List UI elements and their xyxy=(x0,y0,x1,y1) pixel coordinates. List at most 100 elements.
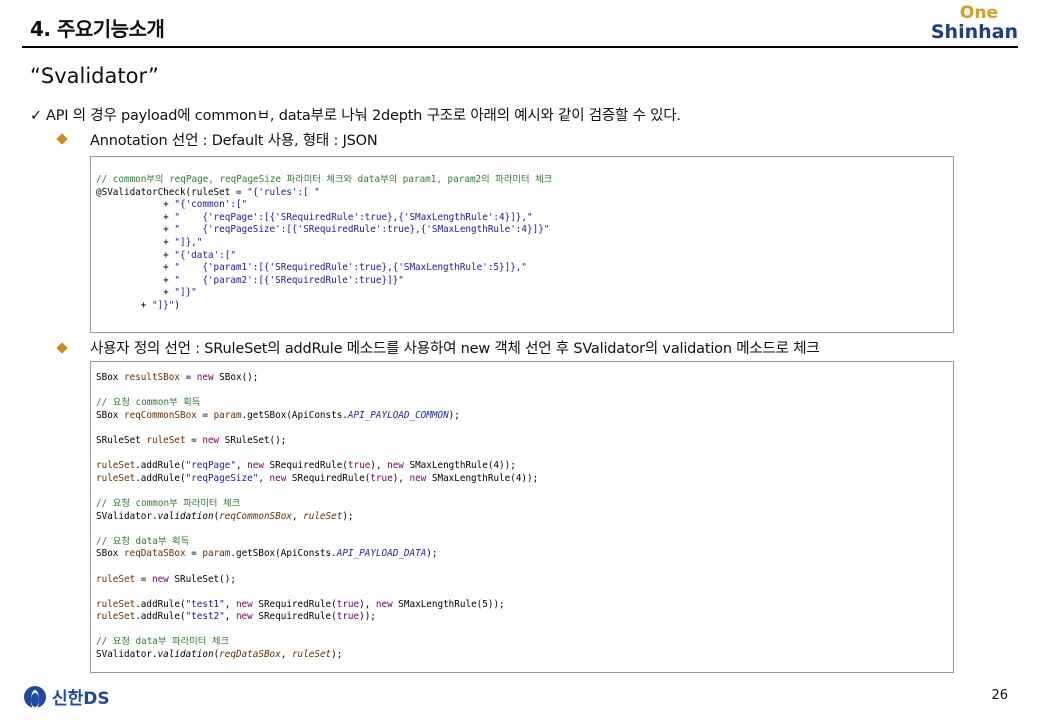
code-keyword: new xyxy=(247,460,264,472)
code-string: " {'param1':[{'SRequiredRule':true},{'SM… xyxy=(174,262,527,274)
code-token: SRuleSet(); xyxy=(219,434,287,446)
footer-logo-text: 신한DS xyxy=(52,689,110,709)
checkmark-icon: ✓ xyxy=(30,108,42,124)
code-token: SMaxLengthRule(4)); xyxy=(403,460,516,472)
code-string: "test2" xyxy=(185,611,225,623)
shinhan-ds-logo: 신한DS xyxy=(24,684,110,710)
code-variable: ruleSet xyxy=(96,460,136,472)
code-token: + xyxy=(96,262,175,274)
code-comment: // common부의 reqPage, reqPageSize 파라미터 체크… xyxy=(96,174,553,185)
code-keyword: new xyxy=(269,472,287,484)
code-token: + xyxy=(96,224,175,236)
code-keyword: new xyxy=(387,460,404,472)
section-title: “Svalidator” xyxy=(30,64,159,88)
code-token: @SValidatorCheck(ruleSet = xyxy=(96,186,248,198)
code-token: + xyxy=(96,199,175,211)
code-variable: reqCommonSBox xyxy=(219,510,292,522)
code-token: SBox xyxy=(96,409,124,421)
code-token: = xyxy=(135,573,152,585)
code-token: )); xyxy=(359,611,376,623)
code-variable: ruleSet xyxy=(303,510,343,522)
code-token: SBox xyxy=(96,548,124,560)
code-keyword: new xyxy=(151,573,169,585)
diamond-bullet-icon xyxy=(56,342,68,354)
code-variable: param xyxy=(213,409,242,421)
code-variable: param xyxy=(202,548,231,560)
code-token: = xyxy=(196,409,214,421)
code-comment: // 요청 common부 파라미터 체크 xyxy=(96,497,241,509)
code-token: ), xyxy=(392,472,410,484)
code-block-custom-rule: SBox resultSBox = new SBox(); // 요청 comm… xyxy=(90,361,954,673)
code-variable: ruleSet xyxy=(96,472,136,484)
code-token: .addRule( xyxy=(135,598,186,610)
logo-one-text: One xyxy=(959,3,998,23)
code-token: , xyxy=(291,510,304,522)
code-token: + xyxy=(96,236,175,248)
page-number: 26 xyxy=(991,688,1008,703)
code-variable: resultSBox xyxy=(124,372,180,383)
code-string: "{'common':[" xyxy=(174,199,248,211)
code-variable: ruleSet xyxy=(96,611,136,623)
code-keyword: new xyxy=(409,472,427,484)
code-token: .getSBox(ApiConsts. xyxy=(241,409,348,421)
code-token: SBox xyxy=(96,372,124,383)
code-token: SValidator. xyxy=(96,510,158,522)
code-token: .addRule( xyxy=(135,472,186,484)
code-token: SMaxLengthRule(4)); xyxy=(426,472,539,484)
code-token: SRequiredRule( xyxy=(286,472,371,484)
code-token: ); xyxy=(342,510,354,522)
code-token: = xyxy=(185,548,203,560)
diamond-bullet-icon xyxy=(56,133,68,145)
code-token: ); xyxy=(448,409,460,421)
code-string: "]}" xyxy=(151,299,175,311)
header-divider xyxy=(22,46,1018,48)
code-string: "reqPageSize" xyxy=(185,472,259,484)
code-variable: ruleSet xyxy=(96,598,136,610)
code-keyword: true xyxy=(347,460,371,472)
code-string: "]}" xyxy=(174,287,197,299)
code-string: " {'reqPage':[{'SRequiredRule':true},{'S… xyxy=(174,211,533,223)
code-string: " {'reqPageSize':[{'SRequiredRule':true}… xyxy=(174,224,550,236)
code-token: + xyxy=(96,211,175,223)
code-variable: reqDataSBox xyxy=(124,548,186,560)
code-string: "{'data':[" xyxy=(174,249,236,261)
code-keyword: new xyxy=(235,611,253,623)
code-token: + xyxy=(96,274,175,286)
intro-text: API 의 경우 payload에 commonㅂ, data부로 나눠 2de… xyxy=(46,108,681,124)
code-token: ) xyxy=(174,299,180,311)
code-token: , xyxy=(224,598,236,610)
code-constant: API_PAYLOAD_DATA xyxy=(336,548,427,560)
code-method: validation xyxy=(157,649,214,661)
code-keyword: new xyxy=(196,372,214,383)
code-comment: // 요청 data부 획득 xyxy=(96,535,190,547)
code-token: , xyxy=(258,472,270,484)
code-string: "reqPage" xyxy=(185,460,236,472)
custom-rule-code: SBox resultSBox = new SBox(); // 요청 comm… xyxy=(91,362,953,662)
code-token: , xyxy=(224,611,236,623)
code-token: + xyxy=(96,287,175,299)
one-shinhan-logo: One Shinhan xyxy=(930,4,1018,44)
code-token: SBox(); xyxy=(213,372,259,383)
code-token: = xyxy=(185,434,203,446)
code-method: validation xyxy=(157,510,214,522)
code-variable: ruleSet xyxy=(291,649,332,661)
code-constant: API_PAYLOAD_COMMON xyxy=(347,409,449,421)
code-token: SRuleSet(); xyxy=(168,573,236,585)
code-keyword: true xyxy=(370,472,393,484)
code-token: ), xyxy=(359,598,376,610)
code-string: "{'rules':[ " xyxy=(247,186,320,198)
code-token: + xyxy=(96,299,152,311)
code-block-annotation: // common부의 reqPage, reqPageSize 파라미터 체크… xyxy=(90,156,954,333)
code-variable: ruleSet xyxy=(146,434,186,446)
code-token: .getSBox(ApiConsts. xyxy=(230,548,337,560)
code-string: " {'param2':[{'SRequiredRule':true}]}" xyxy=(174,274,404,286)
code-comment: // 요청 data부 파라미터 체크 xyxy=(96,636,229,648)
code-token: ); xyxy=(426,548,438,560)
code-token: ); xyxy=(331,649,343,661)
code-token: SRequiredRule( xyxy=(252,598,337,610)
code-variable: reqDataSBox xyxy=(219,649,281,661)
code-variable: reqCommonSBox xyxy=(124,409,197,421)
code-keyword: new xyxy=(375,598,393,610)
intro-line: ✓ API 의 경우 payload에 commonㅂ, data부로 나눠 2d… xyxy=(30,104,681,125)
shinhan-emblem-icon xyxy=(24,685,46,710)
